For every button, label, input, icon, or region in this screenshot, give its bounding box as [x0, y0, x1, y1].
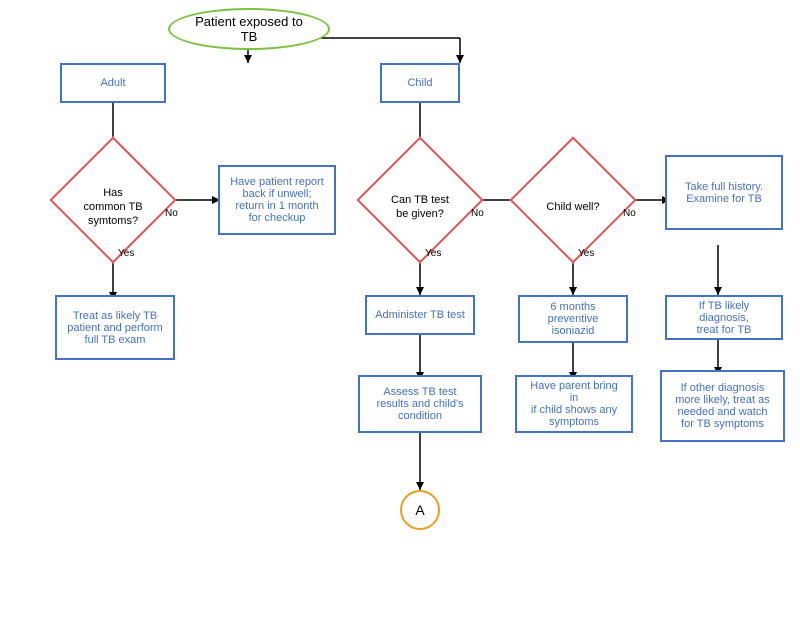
- start-node: Patient exposed to TB: [168, 8, 330, 50]
- yes-label-symptoms: Yes: [118, 248, 134, 259]
- report-back-node: Have patient report back if unwell; retu…: [218, 165, 336, 235]
- treat-likely-node: Treat as likely TB patient and perform f…: [55, 295, 175, 360]
- has-tb-symptoms-node: Has common TB symtoms?: [68, 155, 158, 245]
- connector-a-node: A: [400, 490, 440, 530]
- assess-tb-node: Assess TB test results and child's condi…: [358, 375, 482, 433]
- child-node: Child: [380, 63, 460, 103]
- if-tb-likely-node: If TB likely diagnosis, treat for TB: [665, 295, 783, 340]
- bring-parent-node: Have parent bring in if child shows any …: [515, 375, 633, 433]
- flowchart: Patient exposed to TB Adult Child Has co…: [0, 0, 800, 638]
- administer-tb-node: Administer TB test: [365, 295, 475, 335]
- other-diagnosis-node: If other diagnosis more likely, treat as…: [660, 370, 785, 442]
- no-label-child-well: No: [623, 208, 636, 219]
- adult-node: Adult: [60, 63, 166, 103]
- yes-label-can-tb-test: Yes: [425, 248, 441, 259]
- take-history-node: Take full history. Examine for TB: [665, 155, 783, 230]
- no-label-can-tb-test: No: [471, 208, 484, 219]
- child-well-node: Child well?: [528, 155, 618, 245]
- no-label-symptoms: No: [165, 208, 178, 219]
- can-tb-test-node: Can TB test be given?: [375, 155, 465, 245]
- yes-label-child-well: Yes: [578, 248, 594, 259]
- preventive-iso-node: 6 months preventive isoniazid: [518, 295, 628, 343]
